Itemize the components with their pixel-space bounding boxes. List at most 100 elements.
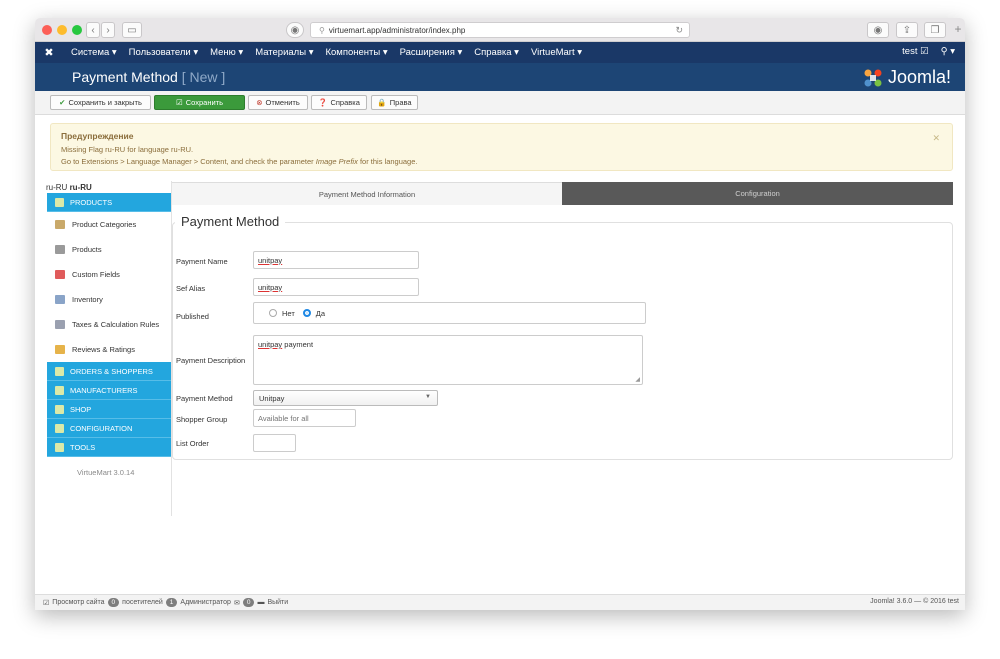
- menu-components[interactable]: Компоненты ▾: [325, 47, 387, 58]
- orders-icon: [55, 366, 64, 376]
- payment-description-textarea[interactable]: unitpay payment ◢: [253, 335, 643, 385]
- sidebar-category-orders[interactable]: ORDERS & SHOPPERS: [47, 362, 172, 381]
- back-button[interactable]: ‹: [86, 22, 100, 38]
- status-footer: ☑ Просмотр сайта 0 посетителей 1 Админис…: [35, 594, 965, 610]
- published-yes-option[interactable]: Да: [302, 308, 325, 318]
- joomla-brand-text: Joomla!: [887, 67, 951, 87]
- action-toolbar: ✔ Сохранить и закрыть ☑ Сохранить ⊗ Отме…: [35, 91, 965, 115]
- fieldset-legend: Payment Method: [175, 214, 286, 229]
- inventory-icon: [55, 295, 65, 304]
- resize-grip-icon[interactable]: ◢: [635, 376, 640, 383]
- tools-icon: [55, 442, 64, 452]
- sidebar-category-configuration[interactable]: CONFIGURATION: [47, 419, 172, 438]
- product-list-icon: [55, 245, 65, 254]
- minus-icon: ▬: [257, 599, 265, 606]
- list-order-input[interactable]: [253, 434, 296, 452]
- sidebar-item-label: Taxes & Calculation Rules: [72, 320, 160, 329]
- sef-alias-label: Sef Alias: [176, 284, 206, 293]
- tab-payment-method-information[interactable]: Payment Method Information: [172, 182, 562, 205]
- site-link[interactable]: test ☑: [902, 46, 928, 57]
- shopper-group-label: Shopper Group: [176, 415, 228, 424]
- radio-checked-icon: [302, 308, 311, 317]
- share-icon: ⇪: [902, 24, 912, 36]
- permissions-button[interactable]: 🔒 Права: [371, 95, 418, 110]
- reload-icon[interactable]: ↻: [675, 25, 683, 36]
- sef-alias-input[interactable]: unitpay: [253, 278, 419, 296]
- url-text: virtuemart.app/administrator/index.php: [328, 25, 466, 35]
- payment-name-input[interactable]: unitpay: [253, 251, 419, 269]
- sidebar-category-label: MANUFACTURERS: [70, 385, 138, 395]
- sidebar-item-custom-fields[interactable]: Custom Fields: [47, 262, 172, 287]
- view-site-link[interactable]: Просмотр сайта: [52, 599, 104, 606]
- shield-icon: ◉: [290, 24, 300, 36]
- minimize-window-button[interactable]: [57, 25, 67, 35]
- sidebar-item-reviews[interactable]: Reviews & Ratings: [47, 337, 172, 362]
- address-bar[interactable]: ⚲ virtuemart.app/administrator/index.php…: [310, 22, 690, 38]
- language-label: ru-RU ru-RU: [46, 183, 92, 192]
- sidebar-category-label: TOOLS: [70, 442, 96, 452]
- virtuemart-sidebar: PRODUCTS Product Categories Products Cus…: [47, 193, 172, 457]
- logout-link[interactable]: Выйти: [267, 599, 288, 606]
- tabs-button[interactable]: ❐: [924, 22, 946, 38]
- forward-button[interactable]: ›: [101, 22, 115, 38]
- products-icon: [55, 197, 64, 207]
- visitors-label: посетителей: [122, 599, 163, 606]
- user-menu[interactable]: ⚲ ▾: [941, 46, 955, 57]
- published-no-option[interactable]: Нет: [269, 308, 295, 318]
- sidebar-category-tools[interactable]: TOOLS: [47, 438, 172, 457]
- sidebar-icon: ▭: [127, 24, 137, 36]
- page-header: Payment Method [ New ] Joomla!: [35, 63, 965, 91]
- save-close-button[interactable]: ✔ Сохранить и закрыть: [50, 95, 151, 110]
- sidebar-item-taxes[interactable]: Taxes & Calculation Rules: [47, 312, 172, 337]
- new-tab-button[interactable]: +: [950, 22, 965, 40]
- joomla-logo-icon: [864, 69, 882, 86]
- chevron-right-icon: ›: [106, 24, 110, 36]
- close-alert-icon[interactable]: ✕: [932, 132, 940, 144]
- extension-button[interactable]: ◉: [867, 22, 889, 38]
- published-label: Published: [176, 312, 209, 321]
- sidebar-item-product-categories[interactable]: Product Categories: [47, 212, 172, 237]
- sef-alias-value: unitpay: [258, 282, 283, 292]
- sidebar-category-label: CONFIGURATION: [70, 423, 133, 433]
- help-button[interactable]: ❓ Справка: [311, 95, 367, 110]
- close-window-button[interactable]: [42, 25, 52, 35]
- menu-users[interactable]: Пользователи ▾: [129, 47, 198, 58]
- sidebar-category-products[interactable]: PRODUCTS: [47, 193, 172, 212]
- warning-title: Предупреждение: [61, 131, 134, 141]
- sidebar-toggle-button[interactable]: ▭: [122, 22, 142, 38]
- sidebar-category-shop[interactable]: SHOP: [47, 400, 172, 419]
- main-menu: Система ▾ Пользователи ▾ Меню ▾ Материал…: [71, 47, 582, 58]
- check-icon: ✔: [59, 98, 66, 107]
- sidebar-item-inventory[interactable]: Inventory: [47, 287, 172, 312]
- menu-virtuemart[interactable]: VirtueMart ▾: [531, 47, 582, 58]
- joomla-icon[interactable]: ✖: [35, 46, 63, 59]
- menu-help[interactable]: Справка ▾: [474, 47, 519, 58]
- zoom-window-button[interactable]: [72, 25, 82, 35]
- sidebar-category-label: SHOP: [70, 404, 92, 414]
- menu-menus[interactable]: Меню ▾: [210, 47, 243, 58]
- menu-content[interactable]: Материалы ▾: [255, 47, 313, 58]
- warning-alert: Предупреждение Missing Flag ru-RU for la…: [50, 123, 953, 171]
- save-button[interactable]: ☑ Сохранить: [154, 95, 245, 110]
- cancel-button[interactable]: ⊗ Отменить: [248, 95, 308, 110]
- sidebar-item-label: Product Categories: [72, 220, 137, 229]
- shop-icon: [55, 404, 64, 414]
- share-button[interactable]: ⇪: [896, 22, 918, 38]
- record-icon: ◉: [873, 24, 883, 36]
- sidebar-category-manufacturers[interactable]: MANUFACTURERS: [47, 381, 172, 400]
- menu-system[interactable]: Система ▾: [71, 47, 117, 58]
- warning-line-2-emphasis: Image Prefix: [315, 157, 358, 166]
- menu-extensions[interactable]: Расширения ▾: [400, 47, 463, 58]
- window-controls: [42, 25, 82, 35]
- page-subtitle: [ New ]: [181, 69, 226, 85]
- page-title: Payment Method [ New ]: [72, 69, 225, 85]
- shopper-group-input[interactable]: [253, 409, 356, 427]
- tab-configuration[interactable]: Configuration: [562, 182, 953, 205]
- warning-line-2-suffix: for this language.: [357, 157, 418, 166]
- privacy-button[interactable]: ◉: [286, 22, 304, 38]
- envelope-icon[interactable]: ✉: [234, 599, 240, 607]
- payment-method-select[interactable]: Unitpay ▼: [253, 390, 438, 406]
- admin-menu-bar: ✖ Система ▾ Пользователи ▾ Меню ▾ Матери…: [35, 42, 965, 63]
- sidebar-item-products[interactable]: Products: [47, 237, 172, 262]
- admins-label: Администратор: [180, 599, 231, 606]
